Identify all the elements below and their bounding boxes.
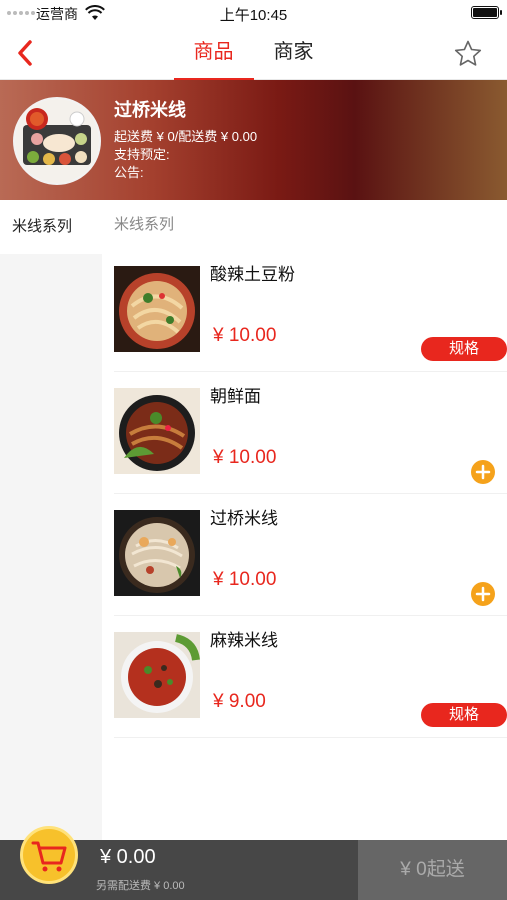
shop-name: 过桥米线 <box>114 100 186 120</box>
product-price: ¥ 10.00 <box>213 569 277 590</box>
section-title: 米线系列 <box>114 216 175 233</box>
product-name: 朝鲜面 <box>210 387 261 406</box>
shop-avatar <box>13 97 101 185</box>
product-name: 麻辣米线 <box>210 631 278 650</box>
add-to-cart-button[interactable] <box>471 582 495 606</box>
product-name: 过桥米线 <box>210 509 278 528</box>
product-price: ¥ 9.00 <box>213 691 266 712</box>
product-item[interactable]: 过桥米线 ¥ 10.00 <box>114 494 507 616</box>
shopping-cart-icon[interactable] <box>20 826 78 884</box>
shop-reservation-info: 支持预定: <box>114 147 170 162</box>
product-name: 酸辣土豆粉 <box>210 265 295 284</box>
cart-total: ¥ 0.00 <box>100 846 156 868</box>
battery-icon <box>471 6 502 19</box>
status-bar: 运营商 上午10:45 <box>0 0 507 26</box>
product-image <box>114 388 200 474</box>
cart-bar: ¥ 0.00 另需配送费 ¥ 0.00 ¥ 0起送 <box>0 826 507 900</box>
plus-icon <box>475 464 491 480</box>
spec-button[interactable]: 规格 <box>421 337 507 361</box>
category-sidebar: 米线系列 <box>0 200 102 840</box>
product-image <box>114 510 200 596</box>
spec-button[interactable]: 规格 <box>421 703 507 727</box>
product-image <box>114 632 200 718</box>
product-list: 米线系列 酸辣土豆粉 ¥ 10.00 规格 朝鲜面 ¥ 10.00 过桥米线 ¥… <box>102 200 507 840</box>
shop-header: 过桥米线 起送费 ¥ 0/配送费 ¥ 0.00 支持预定: 公告: <box>0 80 507 200</box>
clock: 上午10:45 <box>219 7 288 24</box>
plus-icon <box>475 586 491 602</box>
delivery-fee-note: 另需配送费 ¥ 0.00 <box>96 880 185 892</box>
nav-bar: 商品 商家 <box>0 26 507 81</box>
tab-merchant[interactable]: 商家 <box>254 26 334 80</box>
product-item[interactable]: 麻辣米线 ¥ 9.00 规格 <box>114 616 507 738</box>
favorite-star-icon[interactable] <box>453 39 483 69</box>
checkout-button[interactable]: ¥ 0起送 <box>358 840 507 900</box>
tab-bar: 商品 商家 <box>0 26 507 81</box>
add-to-cart-button[interactable] <box>471 460 495 484</box>
product-image <box>114 266 200 352</box>
product-item[interactable]: 酸辣土豆粉 ¥ 10.00 规格 <box>114 250 507 372</box>
product-price: ¥ 10.00 <box>213 447 277 468</box>
shop-fee-info: 起送费 ¥ 0/配送费 ¥ 0.00 <box>114 129 258 144</box>
product-price: ¥ 10.00 <box>213 325 277 346</box>
category-item-rice-noodles[interactable]: 米线系列 <box>0 200 102 254</box>
tab-products[interactable]: 商品 <box>173 26 254 81</box>
shop-notice: 公告: <box>114 165 144 180</box>
product-item[interactable]: 朝鲜面 ¥ 10.00 <box>114 372 507 494</box>
